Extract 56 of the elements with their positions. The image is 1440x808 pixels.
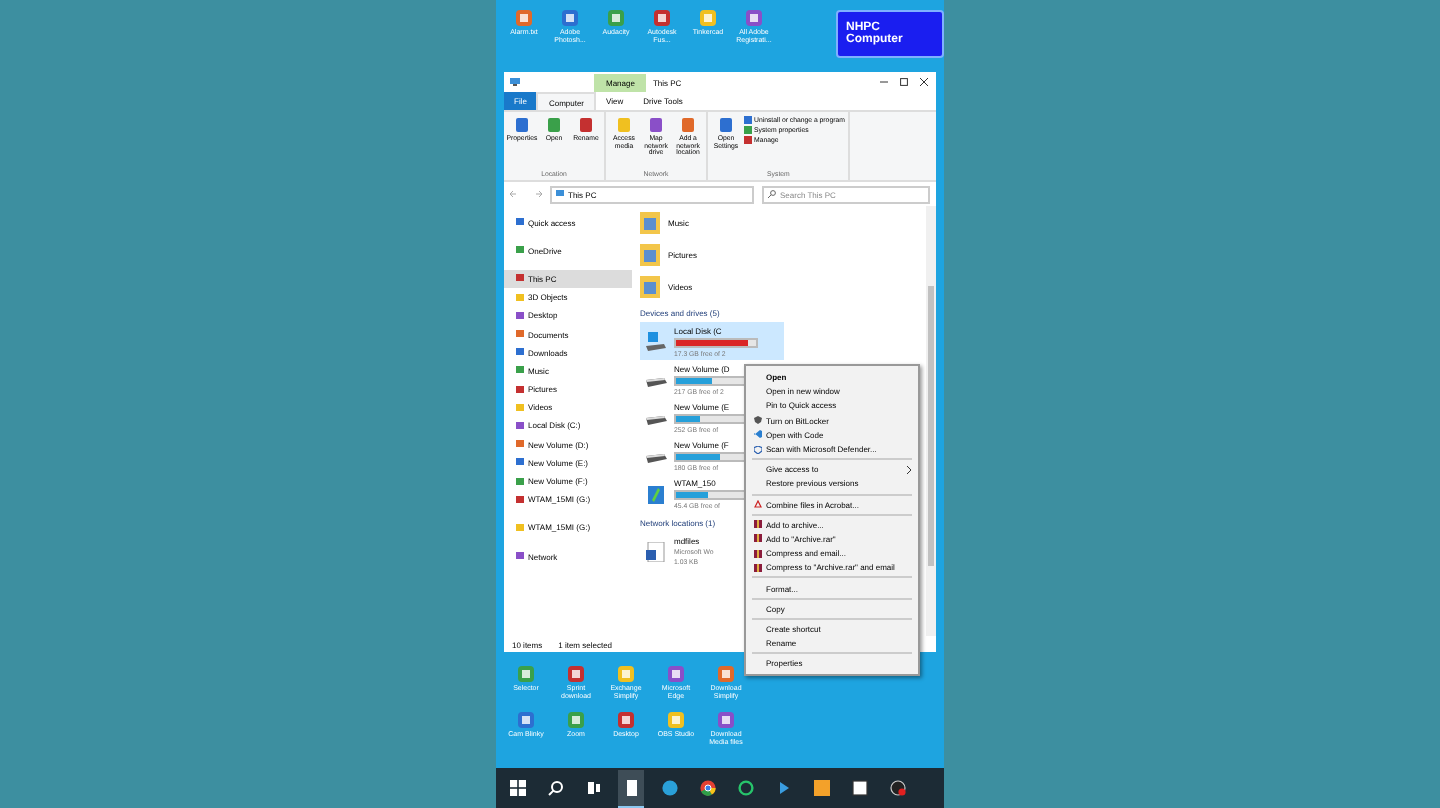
app-icon xyxy=(616,709,636,730)
folder-icon xyxy=(640,210,660,234)
computer-icon xyxy=(556,190,564,198)
app-icon xyxy=(716,709,736,730)
minimize-icon[interactable] xyxy=(880,78,888,86)
chrome-icon xyxy=(699,780,715,796)
app-icon xyxy=(606,8,626,28)
app-icon xyxy=(813,780,829,796)
shield-icon xyxy=(754,445,762,454)
app-icon xyxy=(514,8,534,28)
system-drive-icon xyxy=(644,331,668,351)
app-icon xyxy=(716,664,736,684)
document-icon xyxy=(644,541,668,561)
arrow-icon xyxy=(779,782,788,794)
maximize-icon[interactable] xyxy=(900,78,908,86)
folder-icon xyxy=(516,274,524,283)
acrobat-icon xyxy=(754,500,762,509)
archive-icon xyxy=(754,520,762,529)
app-icon xyxy=(566,664,586,684)
computer-icon xyxy=(510,78,520,86)
app-icon xyxy=(666,664,686,684)
record-icon xyxy=(889,780,905,796)
app-icon xyxy=(666,709,686,730)
app-icon xyxy=(698,8,718,28)
close-icon[interactable] xyxy=(920,78,928,86)
search-icon xyxy=(547,781,562,796)
usb-drive-icon xyxy=(644,483,668,503)
archive-icon xyxy=(754,534,762,543)
folder-icon xyxy=(640,274,660,298)
archive-icon xyxy=(754,563,762,572)
scrollbar-thumb[interactable] xyxy=(928,286,934,566)
app-icon xyxy=(566,709,586,730)
app-icon xyxy=(744,8,764,28)
folder-icon xyxy=(516,552,524,561)
code-icon xyxy=(754,430,762,439)
task-view-icon xyxy=(587,782,599,794)
archive-icon xyxy=(754,549,762,558)
app-icon xyxy=(616,664,636,684)
app-icon xyxy=(516,664,536,684)
app-icon xyxy=(652,8,672,28)
windows-icon xyxy=(509,780,525,796)
folder-icon xyxy=(516,523,524,532)
chevron-icon xyxy=(906,465,912,474)
ring-icon xyxy=(737,780,753,796)
folder-icon xyxy=(516,246,524,255)
folder-icon xyxy=(516,218,524,227)
edge-icon xyxy=(661,780,677,796)
folder-icon xyxy=(640,242,660,266)
taskbar-button[interactable] xyxy=(618,769,644,807)
app-icon xyxy=(516,709,536,730)
app-icon xyxy=(851,780,867,796)
search-icon xyxy=(768,190,776,198)
usage-bar xyxy=(674,337,758,347)
app-icon xyxy=(560,8,580,28)
document-icon xyxy=(626,779,636,795)
shield-icon xyxy=(754,416,762,425)
